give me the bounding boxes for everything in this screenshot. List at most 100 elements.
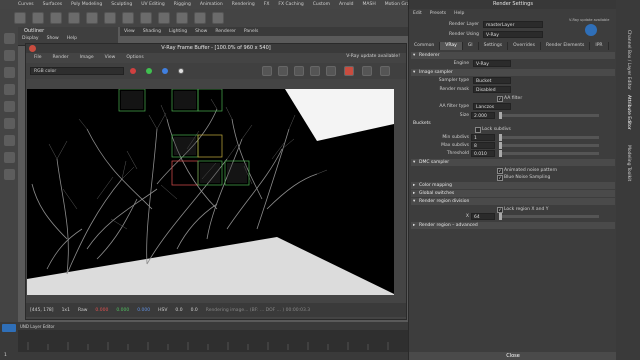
shelf-tab-arnold[interactable]: Arnold: [339, 2, 354, 7]
clear-image-icon[interactable]: [380, 66, 390, 76]
shelf-tab-animation[interactable]: Animation: [200, 2, 223, 7]
layout-icon[interactable]: [3, 152, 15, 163]
section-render-region-advanced[interactable]: Render region – advanced: [411, 222, 615, 229]
attribute-editor-tab[interactable]: Attribute Editor: [626, 95, 631, 130]
vfb-menu-view[interactable]: View: [105, 55, 116, 60]
shelf-tool-icon[interactable]: [104, 12, 116, 24]
rs-menu-edit[interactable]: Edit: [413, 11, 422, 16]
viewport-menu-panels[interactable]: Panels: [244, 29, 258, 34]
close-button[interactable]: Close: [409, 352, 617, 360]
threshold-field[interactable]: 0.010: [471, 150, 495, 157]
rs-menu-help[interactable]: Help: [454, 11, 464, 16]
range-slider[interactable]: 1: [0, 352, 408, 360]
outliner-menu-show[interactable]: Show: [47, 36, 59, 41]
shelf-tab-rigging[interactable]: Rigging: [174, 2, 191, 7]
viewport-menu-shading[interactable]: Shading: [143, 29, 161, 34]
stop-render-icon[interactable]: [344, 66, 354, 76]
shelf-tab-sculpting[interactable]: Sculpting: [111, 2, 132, 7]
rotate-tool-icon[interactable]: [3, 101, 15, 112]
size-field[interactable]: 2.000: [471, 112, 495, 119]
shelf-tab-surfaces[interactable]: Surfaces: [43, 2, 63, 7]
shelf-tab-custom[interactable]: Custom: [313, 2, 330, 7]
render-using-select[interactable]: V-Ray: [483, 31, 543, 38]
alpha-channel-icon[interactable]: [178, 68, 184, 74]
render-mask-select[interactable]: Disabled: [473, 86, 511, 93]
shelf-tool-icon[interactable]: [176, 12, 188, 24]
tab-common[interactable]: Common: [409, 42, 441, 50]
shelf-tab-fx-caching[interactable]: FX Caching: [278, 2, 303, 7]
paint-tool-icon[interactable]: [3, 67, 15, 78]
vfb-menu-options[interactable]: Options: [126, 55, 143, 60]
close-icon[interactable]: [29, 45, 36, 52]
section-dmc-sampler[interactable]: DMC sampler: [411, 159, 615, 166]
render-image[interactable]: [27, 89, 394, 295]
ipr-icon[interactable]: [362, 66, 372, 76]
region-x-slider[interactable]: [499, 213, 599, 220]
tab-gi[interactable]: GI: [463, 42, 479, 50]
blue-channel-icon[interactable]: [162, 68, 168, 74]
region-render-icon[interactable]: [262, 66, 272, 76]
vfb-menu-render[interactable]: Render: [53, 55, 69, 60]
scale-tool-icon[interactable]: [3, 118, 15, 129]
tab-vray[interactable]: VRay: [440, 42, 463, 50]
outliner-menu-help[interactable]: Help: [67, 36, 77, 41]
layout-icon[interactable]: [3, 169, 15, 180]
tab-render-elements[interactable]: Render Elements: [541, 42, 591, 50]
size-slider[interactable]: [499, 112, 599, 119]
shelf-tool-icon[interactable]: [194, 12, 206, 24]
green-channel-icon[interactable]: [146, 68, 152, 74]
render-layer-select[interactable]: masterLayer: [483, 21, 543, 28]
layout-icon[interactable]: [3, 135, 15, 146]
viewport-menu-lighting[interactable]: Lighting: [169, 29, 187, 34]
viewport-menu-show[interactable]: Show: [195, 29, 207, 34]
shelf-tab-mash[interactable]: MASH: [363, 2, 376, 7]
scale-select[interactable]: 1x1: [62, 308, 70, 313]
vfb-menu-file[interactable]: File: [34, 55, 42, 60]
lasso-tool-icon[interactable]: [3, 50, 15, 61]
move-tool-icon[interactable]: [3, 84, 15, 95]
shelf-tab-fx[interactable]: FX: [264, 2, 270, 7]
shelf-tool-icon[interactable]: [122, 12, 134, 24]
timeline[interactable]: [18, 330, 408, 352]
aa-filter-checkbox[interactable]: ✓: [497, 96, 503, 102]
channel-box-tab[interactable]: Channel Box / Layer Editor: [626, 30, 631, 90]
section-global-switches[interactable]: Global switches: [411, 190, 615, 197]
viewport-menu-view[interactable]: View: [124, 29, 135, 34]
vray-update-badge[interactable]: V-Ray update available: [569, 18, 609, 22]
aa-filter-type-select[interactable]: Lanczos: [473, 103, 511, 110]
min-subdivs-field[interactable]: 1: [471, 134, 495, 141]
shelf-tool-icon[interactable]: [140, 12, 152, 24]
stereo-icon[interactable]: [310, 66, 320, 76]
animated-noise-checkbox[interactable]: ✓: [497, 168, 503, 174]
shelf-tab-uv-editing[interactable]: UV Editing: [141, 2, 164, 7]
shelf-tool-icon[interactable]: [50, 12, 62, 24]
max-subdivs-field[interactable]: 8: [471, 142, 495, 149]
section-renderer[interactable]: Renderer: [411, 52, 615, 59]
shelf-tool-icon[interactable]: [68, 12, 80, 24]
raw-mode[interactable]: Raw: [78, 308, 87, 313]
min-subdivs-slider[interactable]: [499, 134, 599, 141]
shelf-tab-curves[interactable]: Curves: [18, 2, 34, 7]
region-x-field[interactable]: 64: [471, 213, 495, 220]
viewport-menu-renderer[interactable]: Renderer: [215, 29, 236, 34]
shelf-tab-rendering[interactable]: Rendering: [232, 2, 255, 7]
save-image-icon[interactable]: [294, 66, 304, 76]
render-icon[interactable]: [326, 66, 336, 76]
section-render-region-division[interactable]: Render region division: [411, 198, 615, 205]
vfb-update-notice[interactable]: V-Ray update available!: [346, 54, 400, 59]
shelf-tool-icon[interactable]: [32, 12, 44, 24]
track-mouse-icon[interactable]: [278, 66, 288, 76]
max-subdivs-slider[interactable]: [499, 142, 599, 149]
blue-noise-checkbox[interactable]: ✓: [497, 175, 503, 181]
shelf-tool-icon[interactable]: [212, 12, 224, 24]
tab-ipr[interactable]: IPR: [590, 42, 609, 50]
channel-select[interactable]: RGB color: [30, 67, 124, 75]
shelf-tool-icon[interactable]: [14, 12, 26, 24]
threshold-slider[interactable]: [499, 150, 599, 157]
engine-select[interactable]: V-Ray: [473, 60, 511, 67]
tab-settings[interactable]: Settings: [479, 42, 509, 50]
lock-subdivs-checkbox[interactable]: [475, 127, 481, 133]
modeling-toolkit-tab[interactable]: Modeling Toolkit: [626, 145, 631, 181]
shelf-tab-poly-modeling[interactable]: Poly Modeling: [71, 2, 102, 7]
outliner-menu-display[interactable]: Display: [22, 36, 39, 41]
